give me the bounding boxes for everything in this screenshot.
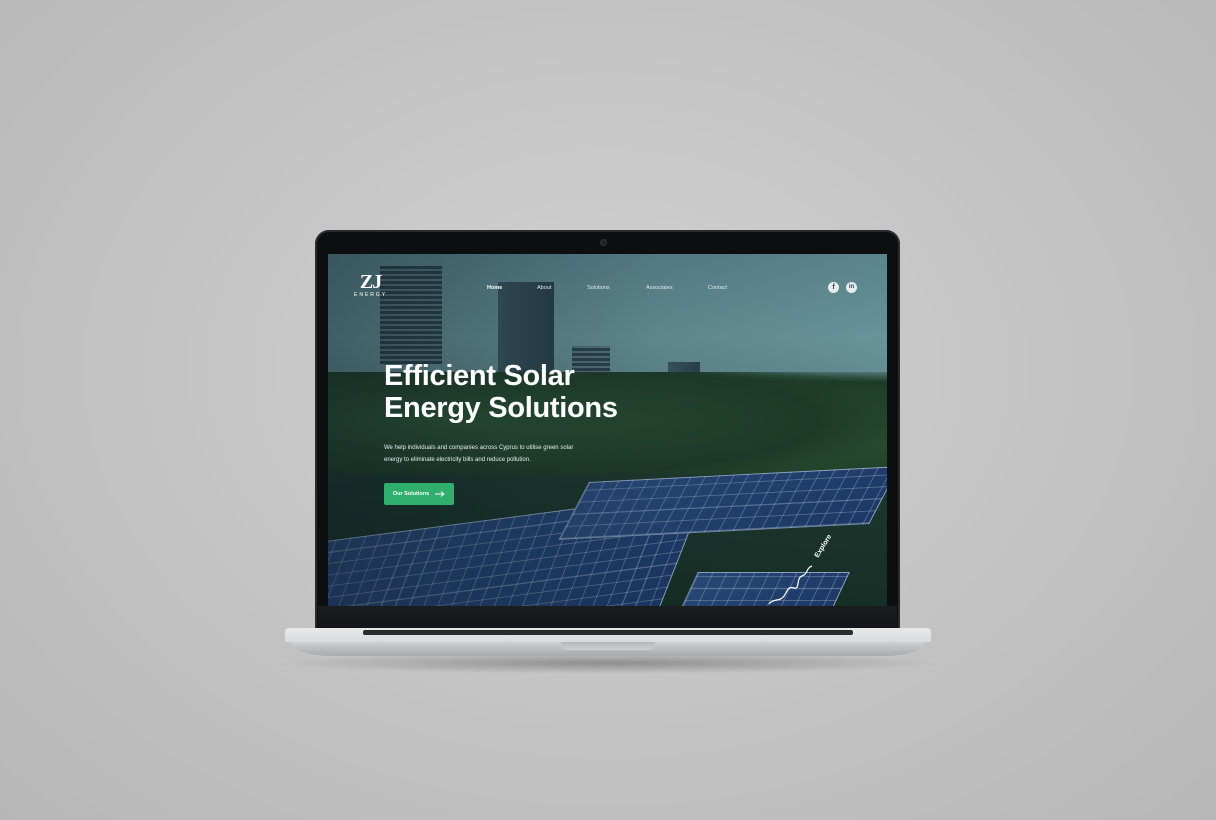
nav-item-associates[interactable]: Associates — [646, 285, 673, 291]
hero-title: Efficient Solar Energy Solutions — [384, 360, 618, 424]
squiggle-line-icon — [768, 565, 813, 605]
hero-title-line-2: Energy Solutions — [384, 392, 618, 424]
cta-label: Our Solutions — [392, 491, 430, 497]
linkedin-icon[interactable]: in — [846, 282, 857, 293]
nav-item-solutions[interactable]: Solutions — [587, 285, 610, 291]
hero-subtitle-line-1: We help individuals and companies across… — [384, 445, 574, 451]
facebook-icon[interactable]: f — [828, 282, 839, 293]
explore-scroll-link[interactable]: Explore — [766, 524, 846, 606]
explore-label: Explore — [814, 533, 834, 559]
logo-mark: ZJ — [359, 271, 382, 293]
nav-item-home[interactable]: Home — [487, 285, 502, 291]
our-solutions-button[interactable]: Our Solutions — [384, 483, 454, 505]
hero-subtitle: We help individuals and companies across… — [384, 442, 604, 466]
nav-item-about[interactable]: About — [537, 285, 551, 291]
site-logo[interactable]: ZJ ENERGY — [354, 272, 387, 298]
arrow-right-icon — [435, 491, 445, 497]
hero-subtitle-line-2: energy to eliminate electricity bills an… — [384, 457, 531, 463]
camera-icon — [601, 240, 606, 245]
laptop-base — [285, 628, 931, 656]
laptop-screen: ZJ ENERGY Home About Solutions Associate… — [328, 254, 887, 606]
logo-text: ENERGY — [354, 292, 388, 298]
nav-item-contact[interactable]: Contact — [708, 285, 727, 291]
keyboard-edge — [363, 630, 853, 635]
laptop-chin — [318, 606, 897, 628]
trackpad-notch — [561, 642, 655, 650]
hero-title-line-1: Efficient Solar — [384, 360, 575, 392]
